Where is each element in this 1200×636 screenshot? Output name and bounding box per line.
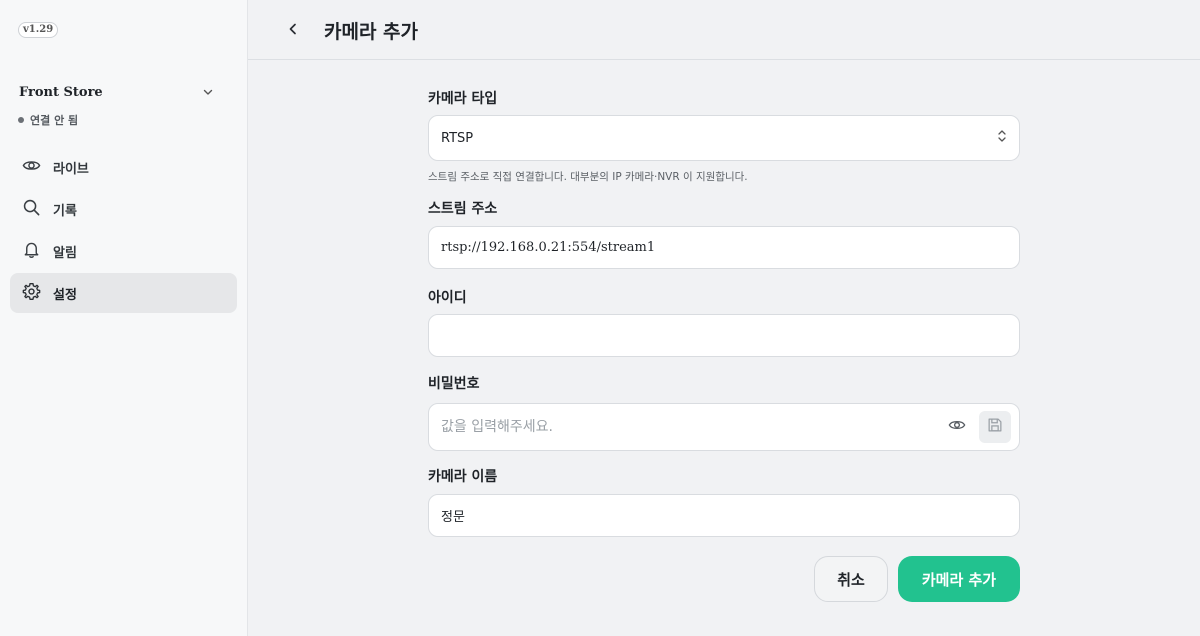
sidebar-item-label: 기록 <box>53 203 77 219</box>
camera-type-label: 카메라 타입 <box>428 91 498 107</box>
page-title: 카메라 추가 <box>324 21 419 43</box>
stream-url-label: 스트림 주소 <box>428 201 498 217</box>
camera-type-select[interactable]: RTSP <box>428 115 1020 161</box>
save-password-button[interactable] <box>979 411 1011 443</box>
sidebar-item-history[interactable]: 기록 <box>10 189 237 229</box>
sidebar-item-label: 설정 <box>53 287 77 303</box>
add-camera-form: 카메라 타입 RTSP 스트림 주소로 직접 연결합니다. 대부분의 IP 카메… <box>428 88 1020 537</box>
connection-status: 연결 안 됨 <box>18 112 78 128</box>
chevron-left-icon <box>286 21 300 40</box>
cancel-button[interactable]: 취소 <box>814 556 888 602</box>
sidebar-nav: 라이브 기록 알림 설정 <box>10 147 237 315</box>
chevron-updown-icon <box>997 129 1007 147</box>
add-camera-button[interactable]: 카메라 추가 <box>898 556 1020 602</box>
toggle-visibility-button[interactable] <box>941 411 973 443</box>
back-button[interactable] <box>282 18 304 42</box>
username-label: 아이디 <box>428 290 467 306</box>
camera-name-field <box>428 494 1020 537</box>
eye-icon <box>22 156 41 179</box>
username-input[interactable] <box>441 328 1007 343</box>
sidebar-item-settings[interactable]: 설정 <box>10 273 237 313</box>
sidebar-item-live[interactable]: 라이브 <box>10 147 237 187</box>
form-actions: 취소 카메라 추가 <box>814 556 1020 602</box>
password-label: 비밀번호 <box>428 376 480 392</box>
eye-icon <box>948 416 966 438</box>
store-name: Front Store <box>19 84 103 100</box>
status-text: 연결 안 됨 <box>30 114 79 127</box>
gear-icon <box>22 282 41 305</box>
camera-type-value: RTSP <box>441 130 474 146</box>
sidebar-item-label: 알림 <box>53 245 77 261</box>
search-icon <box>22 198 41 221</box>
chevron-down-icon <box>202 83 214 102</box>
sidebar-item-alerts[interactable]: 알림 <box>10 231 237 271</box>
password-field <box>428 403 1020 451</box>
username-field <box>428 314 1020 357</box>
status-dot <box>18 117 24 123</box>
version-badge: v1.29 <box>18 22 59 38</box>
camera-name-input[interactable] <box>441 508 1007 523</box>
password-input[interactable] <box>441 419 941 435</box>
password-actions <box>941 411 1011 443</box>
sidebar: v1.29 Front Store 연결 안 됨 라이브 기록 알림 설정 <box>0 0 248 636</box>
save-icon <box>986 416 1004 438</box>
sidebar-item-label: 라이브 <box>53 161 89 177</box>
bell-icon <box>22 240 41 263</box>
page-header: 카메라 추가 <box>248 0 1200 60</box>
stream-url-field <box>428 226 1020 269</box>
camera-type-help: 스트림 주소로 직접 연결합니다. 대부분의 IP 카메라·NVR 이 지원합니… <box>428 171 748 183</box>
stream-url-input[interactable] <box>441 240 1007 255</box>
camera-name-label: 카메라 이름 <box>428 469 498 485</box>
store-selector[interactable]: Front Store <box>19 82 214 102</box>
